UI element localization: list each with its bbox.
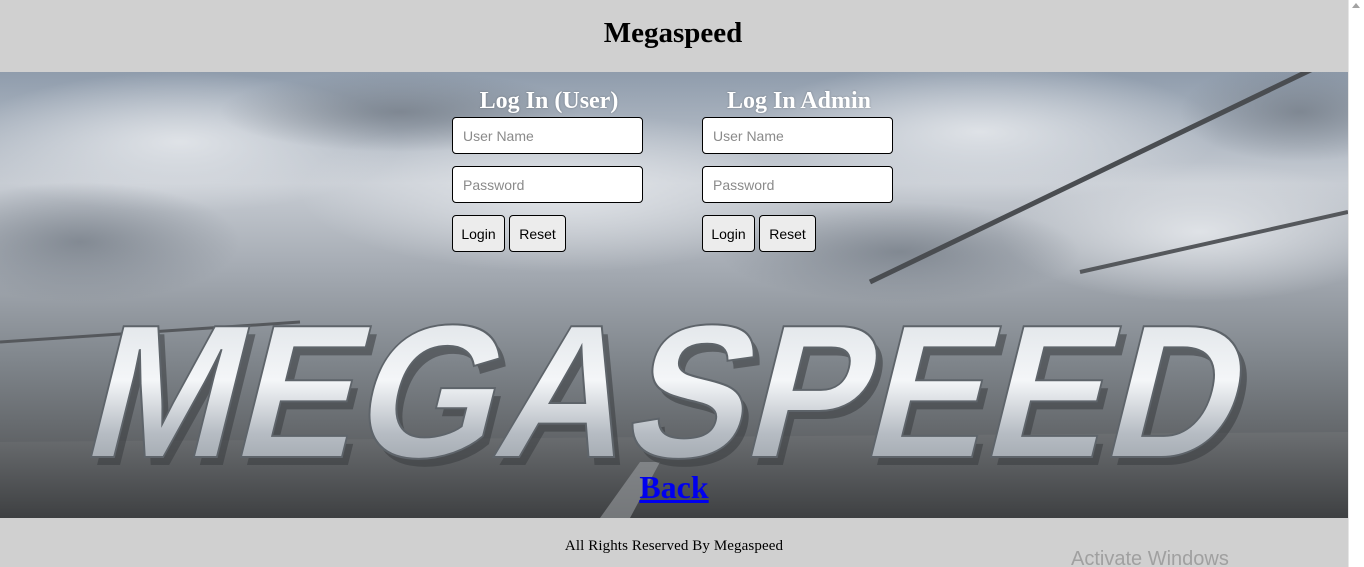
hero-banner: MEGASPEED MEGASPEED Log In (User) Login … xyxy=(0,72,1348,518)
page: Megaspeed MEGASPEED MEGASPEED Log In (Us… xyxy=(0,0,1348,567)
back-link-container: Back xyxy=(0,469,1348,506)
user-login-heading: Log In (User) xyxy=(479,88,619,114)
admin-password-input[interactable] xyxy=(702,166,893,203)
user-reset-button[interactable]: Reset xyxy=(509,215,566,252)
site-footer: All Rights Reserved By Megaspeed Activat… xyxy=(0,518,1348,567)
admin-login-form: Log In Admin Login Reset xyxy=(699,86,899,252)
site-header: Megaspeed xyxy=(0,0,1348,72)
user-password-input[interactable] xyxy=(452,166,643,203)
user-login-button[interactable]: Login xyxy=(452,215,505,252)
back-link[interactable]: Back xyxy=(639,469,708,505)
admin-username-input[interactable] xyxy=(702,117,893,154)
user-username-input[interactable] xyxy=(452,117,643,154)
login-forms: Log In (User) Login Reset Log In Admin L… xyxy=(0,72,1348,518)
vertical-scrollbar[interactable] xyxy=(1348,0,1364,567)
activate-windows-watermark: Activate Windows xyxy=(1071,548,1229,567)
admin-reset-button[interactable]: Reset xyxy=(759,215,816,252)
site-title: Megaspeed xyxy=(603,16,743,49)
user-login-form: Log In (User) Login Reset xyxy=(449,86,649,252)
admin-login-button[interactable]: Login xyxy=(702,215,755,252)
admin-login-heading: Log In Admin xyxy=(726,88,872,114)
scroll-up-arrow-icon[interactable] xyxy=(1352,3,1360,8)
